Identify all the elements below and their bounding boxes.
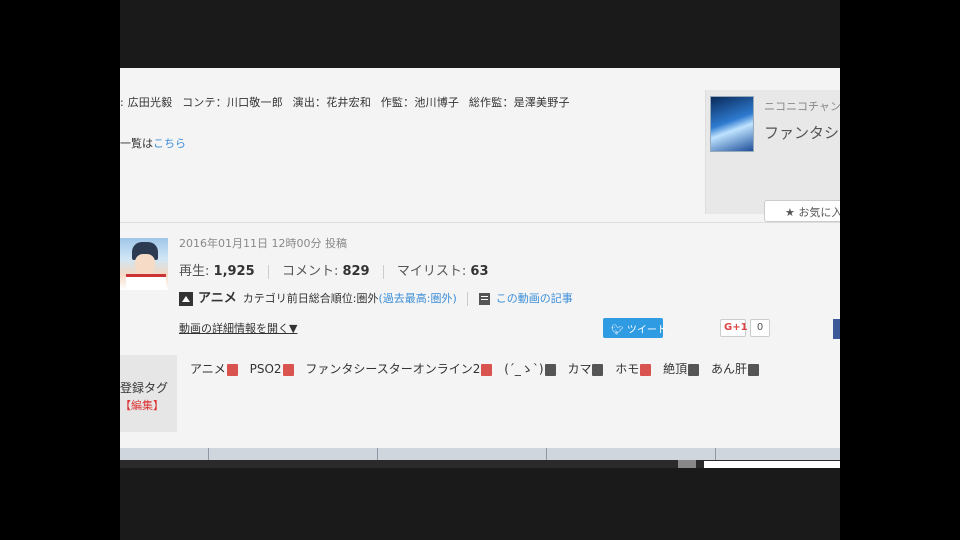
google-plus-count: 0 [750,319,770,337]
tab-separator [715,448,716,460]
ranking-text: カテゴリ前日総合順位:圏外 [242,292,379,305]
views-label: 再生: [179,264,210,279]
tag-item[interactable]: 絶頂 [663,360,700,377]
tab-separator [208,448,209,460]
credit-chief-animation-director: 総作監：是澤美野子 [468,96,570,109]
video-stats: 再生: 1,925 コメント: 829 マイリスト: 63 [179,260,489,279]
tag-text[interactable]: 絶頂 [663,362,687,376]
twitter-bird-icon: 🐦︎ [611,325,624,336]
tag-text[interactable]: あん肝 [711,362,747,376]
staff-credits: : 広田光毅 コンテ：川口敬一郎 演出：花井宏和 作監：池川博子 総作監：是澤美… [120,94,576,110]
channel-box: ニコニコチャン ファンタシー ジ アニメー ★ お気に入 [705,90,840,222]
facebook-button[interactable] [833,319,840,339]
category-icon [179,292,193,306]
section-divider [120,222,840,223]
tag-text[interactable]: カマ [567,362,591,376]
tag-edit-link[interactable]: 【編集】 [120,397,164,413]
tag-text[interactable]: PSO2 [250,362,282,376]
tweet-button[interactable]: 🐦︎ ツイート [603,318,667,338]
dictionary-icon[interactable] [481,363,493,376]
episode-list-link[interactable]: こちら [153,137,186,150]
tag-text[interactable]: ファンタシースターオンライン2 [305,362,480,376]
episode-list-line: 一覧はこちら [120,135,186,151]
registered-tags-label: 登録タグ [120,381,169,395]
tag-item[interactable]: (´_ゝ`) [504,360,556,377]
video-page: : 広田光毅 コンテ：川口敬一郎 演出：花井宏和 作監：池川博子 総作監：是澤美… [120,68,840,468]
comments-label: コメント: [281,264,339,279]
dictionary-icon[interactable] [226,363,238,376]
category-line: アニメ カテゴリ前日総合順位:圏外(過去最高:圏外) この動画の記事 [179,287,573,306]
tag-list: アニメ PSO2 ファンタシースターオンライン2 (´_ゝ`) カマ ホモ 絶頂… [190,360,767,377]
article-icon [478,293,490,305]
views-count: 1,925 [213,264,255,279]
post-date: 2016年01月11日 12時00分 投稿 [179,237,347,250]
tag-item[interactable]: アニメ [190,360,238,377]
dictionary-icon[interactable] [640,363,652,376]
tag-text[interactable]: ホモ [615,362,639,376]
search-box-edge[interactable] [704,461,840,468]
stats-separator [267,264,269,279]
detail-toggle-link[interactable]: 動画の詳細情報を開く▼ [179,320,297,336]
favorite-button[interactable]: ★ お気に入 [764,200,840,222]
dictionary-icon[interactable] [747,363,759,376]
tag-item[interactable]: あん肝 [711,360,759,377]
thumb-character-face [135,254,155,274]
tag-item[interactable]: ファンタシースターオンライン2 [305,360,493,377]
episode-list-prefix: 一覧は [120,137,153,150]
ranking-history-link[interactable]: (過去最高:圏外) [378,292,456,305]
channel-thumbnail[interactable] [710,96,754,152]
letterbox-bottom [120,468,840,540]
google-plus-button[interactable]: G+1 [720,319,748,337]
credit-script: : 広田光毅 [120,96,173,109]
tag-item[interactable]: カマ [567,360,604,377]
tag-item[interactable]: PSO2 [250,362,294,376]
video-thumbnail[interactable] [120,238,168,290]
credit-direction: 演出：花井宏和 [292,96,372,109]
dictionary-icon[interactable] [544,363,556,376]
comments-count: 829 [342,264,370,279]
scroll-thumb[interactable] [678,460,696,468]
article-link[interactable]: この動画の記事 [496,292,573,305]
dictionary-icon[interactable] [592,363,604,376]
tag-text[interactable]: アニメ [190,362,226,376]
dictionary-icon[interactable] [688,363,700,376]
letterbox-top [120,0,840,68]
tab-separator [377,448,378,460]
dictionary-icon[interactable] [282,363,294,376]
tab-separator [546,448,547,460]
category-name[interactable]: アニメ [198,291,237,306]
mylist-label: マイリスト: [396,264,467,279]
thumb-character-clothes [126,274,166,290]
tag-label-box: 登録タグ 【編集】 [120,355,177,432]
tag-item[interactable]: ホモ [615,360,652,377]
player-tab-bar[interactable] [120,448,840,460]
channel-name[interactable]: ニコニコチャン [764,98,840,114]
tweet-label: ツイート [626,325,667,336]
mylist-count: 63 [470,264,489,279]
stats-separator [382,264,384,279]
tag-text[interactable]: (´_ゝ`) [504,362,543,376]
credit-storyboard: コンテ：川口敬一郎 [182,96,283,109]
channel-title[interactable]: ファンタシー ジ アニメー [764,120,840,146]
credit-animation-director: 作監：池川博子 [380,96,460,109]
category-separator [467,292,469,306]
